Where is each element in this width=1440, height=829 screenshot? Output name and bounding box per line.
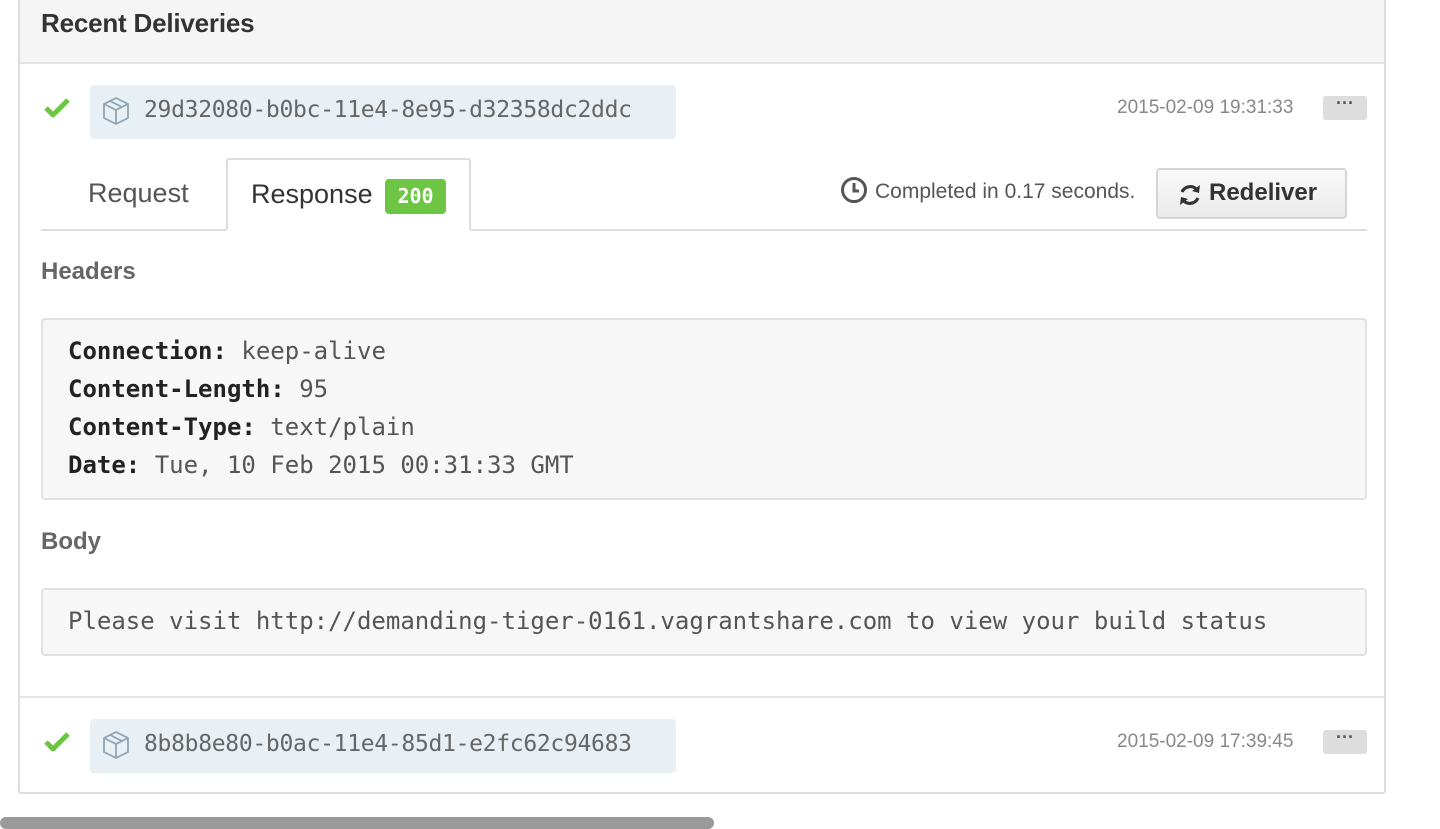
more-button[interactable]: ··· xyxy=(1323,728,1367,754)
redeliver-button[interactable]: Redeliver xyxy=(1156,168,1347,219)
header-row: Content-Type: text/plain xyxy=(68,413,415,441)
delivery-guid[interactable]: 8b8b8e80-b0ac-11e4-85d1-e2fc62c94683 xyxy=(90,719,676,773)
recent-deliveries-panel: Recent Deliveries 29d32080-b0bc-11e4-8e9… xyxy=(18,0,1386,794)
headers-title: Headers xyxy=(41,258,136,285)
header-value: text/plain xyxy=(255,413,415,441)
delivery-guid[interactable]: 29d32080-b0bc-11e4-8e95-d32358dc2ddc xyxy=(90,85,676,139)
panel-title: Recent Deliveries xyxy=(41,8,255,38)
headers-box: Connection: keep-alive Content-Length: 9… xyxy=(41,318,1367,500)
redeliver-label: Redeliver xyxy=(1209,179,1318,206)
tab-request-label: Request xyxy=(88,178,189,208)
header-value: Tue, 10 Feb 2015 00:31:33 GMT xyxy=(140,451,574,479)
delivery-timestamp: 2015-02-09 19:31:33 xyxy=(1117,97,1294,118)
header-value: 95 xyxy=(284,375,329,403)
sync-icon xyxy=(1180,185,1200,205)
tab-response-label: Response xyxy=(251,179,373,209)
body-title: Body xyxy=(41,528,101,555)
body-text: Please visit http://demanding-tiger-0161… xyxy=(68,607,1268,635)
check-icon xyxy=(44,732,70,752)
check-icon xyxy=(44,98,70,118)
clock-icon xyxy=(841,177,867,203)
guid-text: 8b8b8e80-b0ac-11e4-85d1-e2fc62c94683 xyxy=(144,731,632,757)
header-key: Content-Length: xyxy=(68,375,285,403)
header-key: Date: xyxy=(68,451,141,479)
delivery-divider xyxy=(20,696,1384,698)
tab-request[interactable]: Request xyxy=(68,158,226,231)
horizontal-scrollbar[interactable] xyxy=(0,817,714,829)
header-value: keep-alive xyxy=(226,337,386,365)
body-box: Please visit http://demanding-tiger-0161… xyxy=(41,588,1367,656)
header-key: Connection: xyxy=(68,337,227,365)
delivery-timestamp: 2015-02-09 17:39:45 xyxy=(1117,731,1294,752)
status-code-badge: 200 xyxy=(385,179,446,214)
more-button[interactable]: ··· xyxy=(1323,94,1367,120)
guid-text: 29d32080-b0bc-11e4-8e95-d32358dc2ddc xyxy=(144,97,632,123)
header-row: Date: Tue, 10 Feb 2015 00:31:33 GMT xyxy=(68,451,574,479)
header-key: Content-Type: xyxy=(68,413,256,441)
tab-response[interactable]: Response 200 xyxy=(226,158,471,231)
panel-header: Recent Deliveries xyxy=(20,0,1384,64)
package-icon xyxy=(103,97,129,125)
package-icon xyxy=(103,731,129,759)
completed-text: Completed in 0.17 seconds. xyxy=(875,180,1136,203)
header-row: Content-Length: 95 xyxy=(68,375,328,403)
header-row: Connection: keep-alive xyxy=(68,337,386,365)
